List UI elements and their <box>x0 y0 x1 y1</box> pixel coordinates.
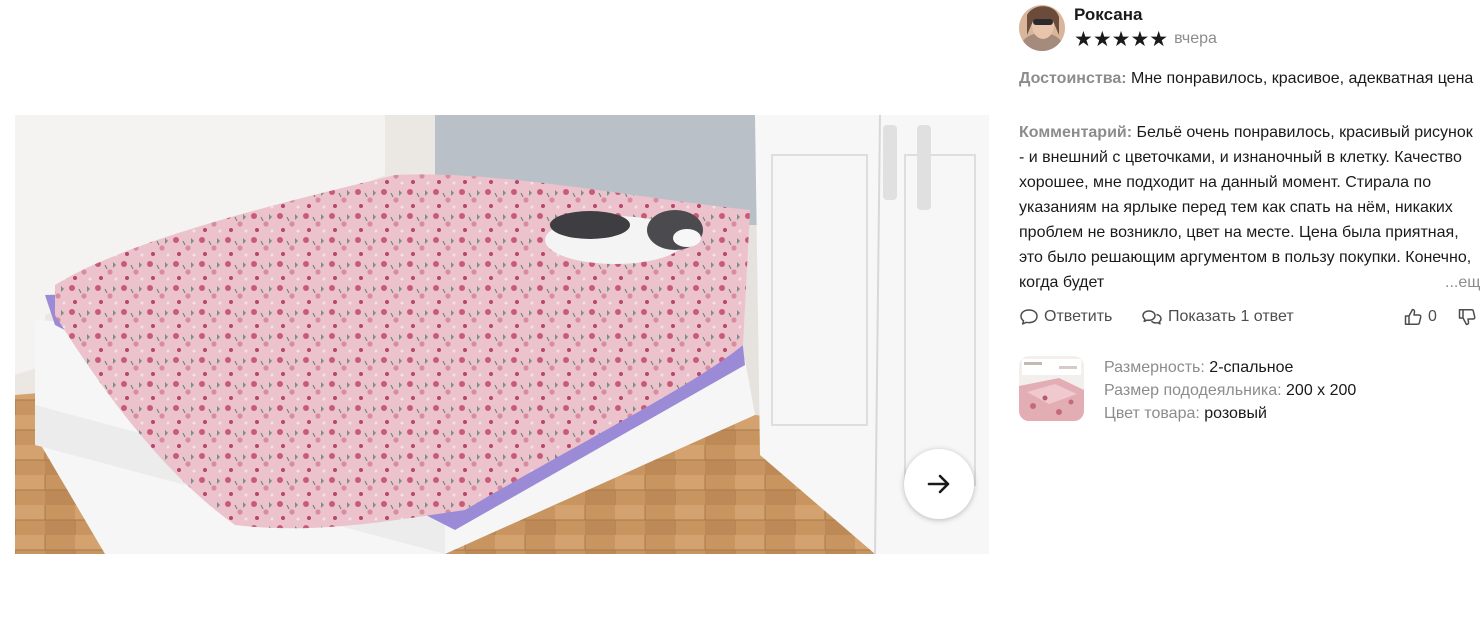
property-value: 200 х 200 <box>1286 382 1357 399</box>
pros-text: Мне понравилось, красивое, адекватная це… <box>1131 70 1474 87</box>
thumbs-down-icon <box>1458 308 1476 326</box>
property-key: Размер пододеяльника: <box>1104 382 1282 399</box>
review-actions: Ответить Показать 1 ответ 0 <box>1019 307 1480 331</box>
comment-text: Бельё очень понравилось, красивый рисуно… <box>1019 124 1473 291</box>
show-replies-button[interactable]: Показать 1 ответ <box>1141 307 1294 327</box>
avatar[interactable] <box>1019 5 1065 51</box>
comment-icon <box>1020 309 1038 325</box>
author-name[interactable]: Роксана <box>1074 5 1142 25</box>
pros-section: Достоинства: Мне понравилось, красивое, … <box>1019 66 1479 91</box>
product-thumbnail[interactable] <box>1019 356 1084 421</box>
rating: ★★★★★ вчера <box>1074 28 1217 50</box>
star-rating-icon: ★★★★★ <box>1074 27 1169 51</box>
property-value: 2-спальное <box>1209 359 1294 376</box>
like-button[interactable]: 0 <box>1403 307 1437 327</box>
reply-button[interactable]: Ответить <box>1019 307 1112 327</box>
comment-section: Комментарий: Бельё очень понравилось, кр… <box>1019 120 1479 296</box>
product-properties: Размерность: 2-спальное Размер пододеяль… <box>1104 356 1356 425</box>
review-photo[interactable] <box>15 115 989 554</box>
show-replies-label: Показать 1 ответ <box>1168 308 1294 325</box>
property-row: Размерность: 2-спальное <box>1104 356 1356 379</box>
comments-icon <box>1142 310 1162 325</box>
product-image <box>1019 356 1084 421</box>
thumbs-up-icon <box>1404 308 1422 326</box>
read-more-link[interactable]: ...ещё <box>1427 270 1480 296</box>
property-row: Размер пододеяльника: 200 х 200 <box>1104 379 1356 402</box>
property-key: Размерность: <box>1104 359 1205 376</box>
property-row: Цвет товара: розовый <box>1104 402 1356 425</box>
review-date: вчера <box>1174 30 1217 47</box>
reply-label: Ответить <box>1044 308 1113 325</box>
like-count: 0 <box>1428 308 1437 325</box>
next-photo-button[interactable] <box>904 449 974 519</box>
dislike-button[interactable] <box>1457 307 1480 327</box>
product-info: Размерность: 2-спальное Размер пододеяль… <box>1019 356 1480 422</box>
user-photo-icon <box>1019 5 1065 51</box>
arrow-right-icon <box>927 474 950 494</box>
pros-label: Достоинства: <box>1019 70 1127 87</box>
review-card: Роксана ★★★★★ вчера Достоинства: Мне пон… <box>1019 0 1480 617</box>
comment-label: Комментарий: <box>1019 124 1133 141</box>
property-key: Цвет товара: <box>1104 405 1200 422</box>
property-value: розовый <box>1204 405 1267 422</box>
bed-photo-image <box>15 115 989 554</box>
